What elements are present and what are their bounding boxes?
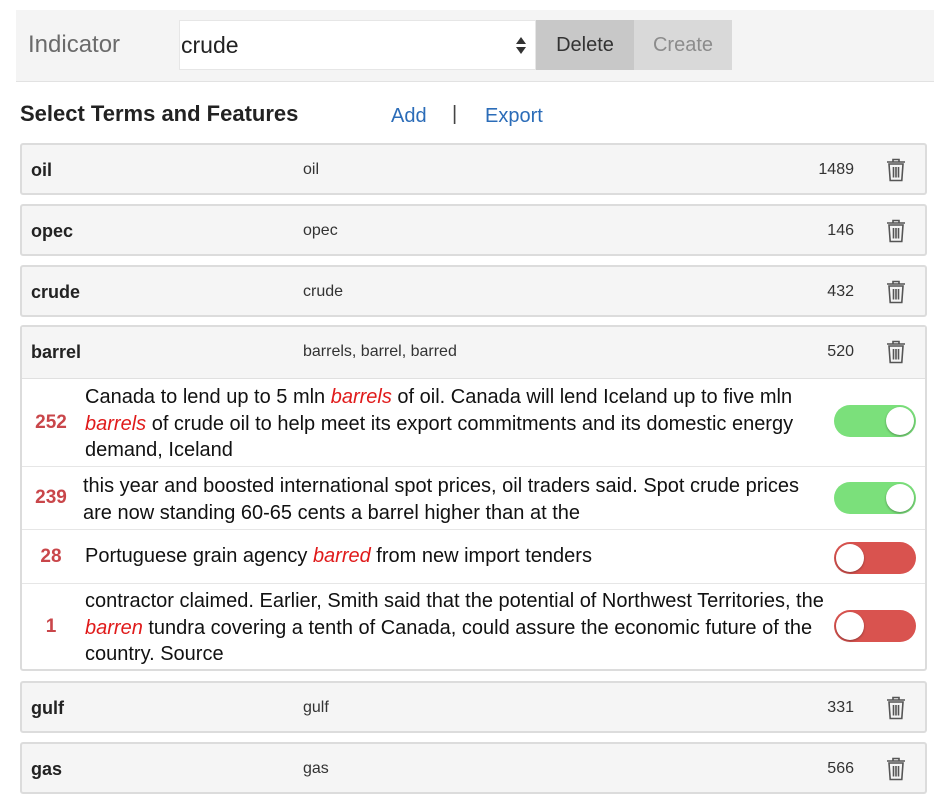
snippet-text: this year and boosted international spot… (83, 475, 799, 524)
term-name: oil (31, 160, 52, 180)
snippet-text: Portuguese grain agency barred from new … (85, 545, 592, 567)
snippet-row: 239 this year and boosted international … (22, 467, 925, 530)
snippet-text: contractor claimed. Earlier, Smith said … (85, 590, 824, 665)
term-count: 1489 (818, 161, 854, 178)
delete-button[interactable]: Delete (536, 20, 634, 70)
snippet-highlight: barrels (330, 386, 392, 408)
term-row-barrel[interactable]: barrel barrels, barrel, barred 520 (22, 327, 925, 379)
term-features: opec (303, 222, 338, 239)
term-row-opec[interactable]: opec opec 146 (20, 204, 927, 256)
snippet-count: 1 (45, 616, 57, 637)
snippet-highlight: barrels (85, 412, 147, 435)
term-count: 566 (827, 760, 854, 777)
term-row-crude[interactable]: crude crude 432 (20, 265, 927, 317)
term-count: 432 (827, 283, 854, 300)
term-row-oil[interactable]: oil oil 1489 (20, 143, 927, 195)
select-arrows-icon (507, 21, 535, 69)
snippet-row: 252 Canada to lend up to 5 mln barrels o… (22, 379, 925, 467)
trash-icon[interactable] (884, 279, 908, 305)
trash-icon[interactable] (884, 339, 908, 365)
snippet-count: 252 (35, 412, 67, 433)
snippet-text: Canada to lend up to 5 mln barrels of oi… (85, 386, 794, 461)
term-name: crude (31, 282, 81, 302)
export-link[interactable]: Export (485, 105, 543, 128)
term-name: barrel (31, 342, 82, 362)
trash-icon[interactable] (884, 157, 908, 183)
term-count: 520 (827, 343, 854, 360)
term-features: oil (303, 161, 320, 178)
trash-icon[interactable] (884, 756, 908, 782)
term-features: barrels, barrel, barred (303, 343, 457, 360)
indicator-select[interactable]: crude (179, 20, 536, 70)
term-name: opec (31, 221, 74, 241)
create-button[interactable]: Create (634, 20, 732, 70)
section-title: Select Terms and Features (20, 101, 299, 126)
snippet-toggle[interactable] (834, 610, 916, 642)
trash-icon[interactable] (884, 695, 908, 721)
term-panel-barrel: barrel barrels, barrel, barred 520 252 C… (20, 325, 927, 671)
term-features: gulf (303, 699, 329, 716)
add-link[interactable]: Add (391, 105, 427, 128)
term-row-gas[interactable]: gas gas 566 (20, 742, 927, 794)
term-count: 146 (827, 222, 854, 239)
term-features: crude (303, 283, 344, 300)
snippet-toggle[interactable] (834, 482, 916, 514)
term-row-gulf[interactable]: gulf gulf 331 (20, 681, 927, 733)
indicator-selected-value: crude (181, 31, 239, 58)
term-count: 331 (827, 699, 854, 716)
link-separator: | (452, 103, 458, 125)
snippet-highlight: barred (312, 545, 371, 567)
term-name: gas (31, 759, 63, 779)
snippet-count: 28 (40, 546, 62, 567)
trash-icon[interactable] (884, 218, 908, 244)
indicator-bar: Indicator crude Delete Create (16, 10, 934, 82)
snippet-toggle[interactable] (834, 405, 916, 437)
snippet-row: 28 Portuguese grain agency barred from n… (22, 530, 925, 584)
term-name: gulf (31, 698, 64, 718)
snippet-highlight: barren (85, 616, 143, 639)
term-features: gas (303, 760, 329, 777)
indicator-label: Indicator (28, 31, 121, 58)
snippet-row: 1 contractor claimed. Earlier, Smith sai… (22, 584, 925, 669)
snippet-toggle[interactable] (834, 542, 916, 574)
snippet-count: 239 (35, 487, 67, 508)
